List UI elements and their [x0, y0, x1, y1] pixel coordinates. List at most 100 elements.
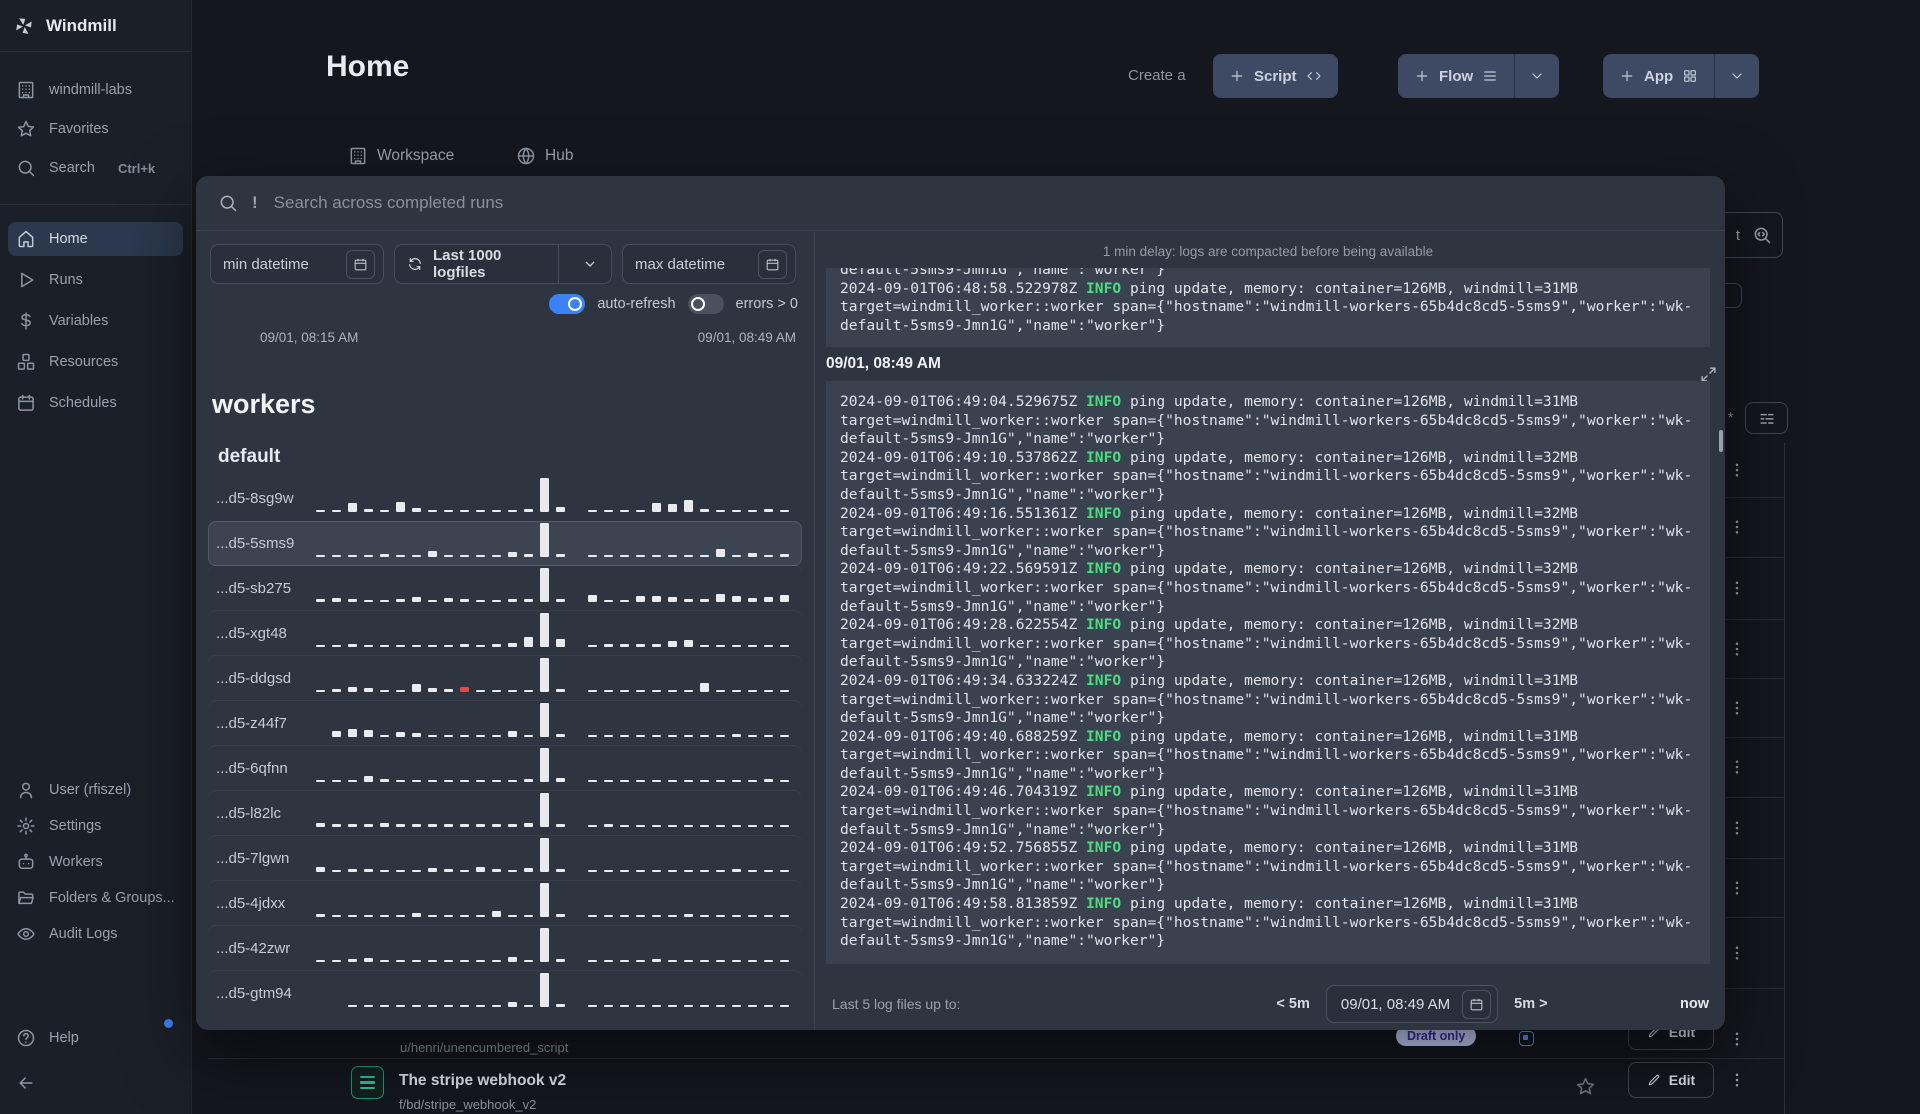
sidebar-item-label: User (rfiszel) [49, 781, 132, 798]
plus-icon [1229, 68, 1245, 84]
log-message: ping update, memory: container=126MB, wi… [1121, 393, 1579, 410]
create-flow-dropdown-button[interactable] [1514, 54, 1560, 98]
logfiles-selected-value: Last 1000 logfiles [433, 247, 502, 281]
workers-heading: workers [212, 389, 316, 419]
worker-row[interactable]: ...d5-42zwr [208, 926, 802, 971]
sidebar-item-resources[interactable]: Resources [8, 345, 183, 379]
refresh-icon [407, 256, 423, 272]
worker-row[interactable]: ...d5-z44f7 [208, 701, 802, 746]
create-app-dropdown-button[interactable] [1714, 54, 1760, 98]
worker-row[interactable]: ...d5-8sg9w [208, 476, 802, 521]
log-partial-line: default-5sms9-Jmn1G","name":"worker"} [840, 268, 1166, 278]
scrollbar-thumb[interactable] [1719, 430, 1723, 452]
now-button[interactable]: now [1680, 996, 1709, 1012]
sidebar-item-audit-logs[interactable]: Audit Logs [10, 918, 181, 949]
sidebar-item-settings[interactable]: Settings [10, 810, 181, 841]
sidebar-item-windmill-labs[interactable]: windmill-labs [10, 75, 181, 105]
calendar-icon[interactable] [346, 249, 375, 279]
sidebar-item-runs[interactable]: Runs [8, 263, 183, 297]
search-input[interactable] [271, 192, 1703, 214]
worker-row[interactable]: ...d5-4jdxx [208, 881, 802, 926]
sidebar-item-workers[interactable]: Workers [10, 846, 181, 877]
min-datetime-label: min datetime [223, 255, 309, 273]
log-span: target=windmill_worker::worker span={"ho… [840, 634, 1693, 671]
sidebar-item-label: Settings [49, 817, 102, 834]
create-script-button[interactable]: Script [1213, 54, 1338, 98]
bot-icon [16, 852, 36, 872]
worker-row[interactable]: ...d5-gtm94 [208, 971, 802, 1016]
worker-row[interactable]: ...d5-xgt48 [208, 611, 802, 656]
log-entry: 2024-09-01T06:49:52.756855Z INFO ping up… [840, 839, 1696, 895]
create-flow-button-group: Flow [1398, 54, 1560, 98]
log-message: ping update, memory: container=126MB, wi… [1121, 448, 1579, 466]
worker-row[interactable]: ...d5-7lgwn [208, 836, 802, 881]
back-5m-button[interactable]: < 5m [1276, 996, 1309, 1012]
sidebar-item-favorites[interactable]: Favorites [10, 114, 181, 144]
code-icon [1306, 68, 1322, 84]
brand[interactable]: Windmill [0, 0, 191, 52]
errors-toggle[interactable] [687, 294, 724, 314]
log-entry: 2024-09-01T06:49:04.529675Z INFO ping up… [840, 393, 1696, 449]
calendar-icon[interactable] [1462, 989, 1492, 1019]
chevron-down-icon[interactable] [569, 256, 611, 272]
log-timestamp: 2024-09-01T06:49:52.756855Z [840, 839, 1087, 857]
log-span: target=windmill_worker::worker span={"ho… [840, 411, 1693, 448]
log-entry: 2024-09-01T06:49:28.622554Z INFO ping up… [840, 616, 1696, 672]
sidebar-item-label: windmill-labs [49, 82, 132, 98]
auto-refresh-toggle[interactable] [549, 294, 586, 314]
log-entry: 2024-09-01T06:49:34.633224Z INFO ping up… [840, 672, 1696, 728]
worker-name: ...d5-42zwr [216, 940, 291, 957]
sidebar-item-label: Favorites [49, 121, 109, 137]
create-app-button[interactable]: App [1603, 54, 1715, 98]
worker-name: ...d5-l82lc [216, 805, 282, 822]
worker-row[interactable]: ...d5-sb275 [208, 566, 802, 611]
collapse-sidebar-button[interactable] [10, 1068, 181, 1098]
worker-row[interactable]: ...d5-l82lc [208, 791, 802, 836]
sidebar-item-help[interactable]: Help [10, 1019, 181, 1053]
log-span: target=windmill_worker::worker span={"ho… [840, 467, 1693, 503]
app-grid-icon [1682, 68, 1698, 84]
worker-name: ...d5-7lgwn [216, 850, 290, 867]
max-datetime-label: max datetime [635, 255, 726, 273]
tab-workspace[interactable]: Workspace [348, 146, 454, 166]
worker-row[interactable]: ...d5-5sms9 [208, 521, 802, 566]
toggle-row: auto-refresh errors > 0 [196, 294, 798, 314]
sidebar-item-variables[interactable]: Variables [8, 304, 183, 338]
min-datetime-input[interactable]: min datetime [210, 244, 384, 284]
worker-name: ...d5-5sms9 [216, 535, 295, 552]
windmill-logo-icon [14, 16, 34, 36]
create-app-label: App [1644, 67, 1674, 85]
forward-5m-button[interactable]: 5m > [1514, 996, 1547, 1012]
sidebar-item-user-rfiszel[interactable]: User (rfiszel) [10, 774, 181, 805]
log-entry: 2024-09-01T06:49:46.704319Z INFO ping up… [840, 783, 1696, 839]
worker-name: ...d5-xgt48 [216, 625, 287, 642]
log-level: INFO [1086, 393, 1122, 410]
log-entry: 2024-09-01T06:49:58.813859Z INFO ping up… [840, 895, 1696, 951]
sidebar-item-label: Variables [49, 313, 109, 329]
worker-row[interactable]: ...d5-ddgsd [208, 656, 802, 701]
sidebar-item-schedules[interactable]: Schedules [8, 386, 183, 420]
calendar-icon[interactable] [758, 249, 787, 279]
play-icon [16, 270, 36, 290]
sidebar-item-search[interactable]: Search Ctrl+k [10, 153, 181, 183]
sidebar: Windmill windmill-labs Favorites Search Ctr… [0, 0, 192, 1114]
log-output[interactable]: 2024-09-01T06:49:04.529675Z INFO ping up… [826, 381, 1710, 964]
logfiles-select[interactable]: Last 1000 logfiles [394, 244, 612, 284]
log-timestamp: 2024-09-01T06:49:28.622554Z [840, 616, 1087, 634]
log-level: INFO [1086, 671, 1122, 689]
create-flow-button[interactable]: Flow [1398, 54, 1515, 98]
eye-icon [16, 924, 36, 944]
footer-datetime-input[interactable]: 09/01, 08:49 AM [1325, 985, 1499, 1023]
worker-activity-sparkline [316, 657, 794, 699]
create-script-label: Script [1254, 67, 1297, 85]
max-datetime-input[interactable]: max datetime [622, 244, 796, 284]
log-level: INFO [1086, 560, 1122, 578]
sidebar-item-home[interactable]: Home [8, 222, 183, 256]
sidebar-item-folders-groups[interactable]: Folders & Groups... [10, 882, 181, 913]
worker-row[interactable]: ...d5-6qfnn [208, 746, 802, 791]
calendar-icon [16, 393, 36, 413]
tab-hub[interactable]: Hub [516, 146, 573, 166]
sidebar-item-label: Schedules [49, 395, 117, 411]
globe-icon [516, 146, 536, 166]
errors-toggle-label: errors > 0 [735, 296, 798, 312]
